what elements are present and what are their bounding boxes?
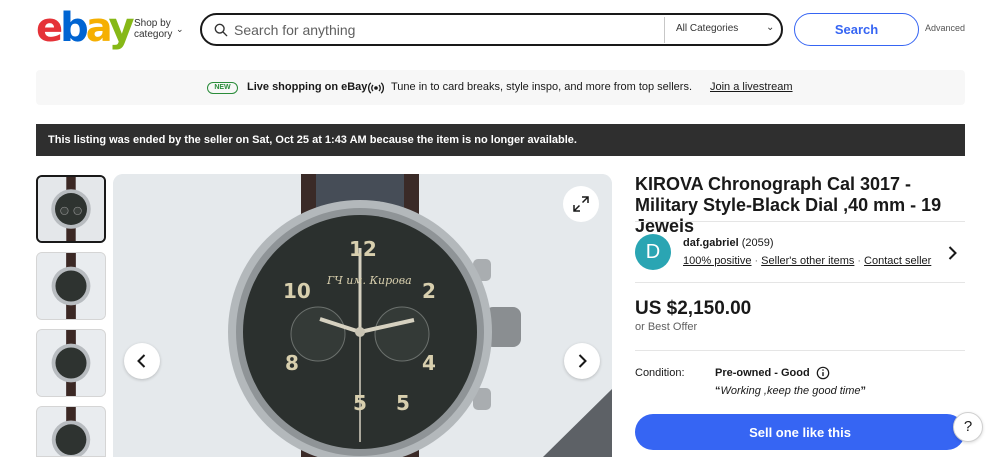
svg-text:5: 5 [353, 391, 367, 415]
seller-links: 100% positive · Seller's other items · Conta… [683, 255, 931, 267]
sellers-other-items-link[interactable]: Seller's other items [761, 255, 854, 267]
new-badge: NEW [207, 82, 238, 94]
search-icon [214, 23, 228, 37]
seller-info: daf.gabriel (2059) [683, 237, 773, 249]
watch-thumbnail [37, 407, 105, 456]
seller-name-link[interactable]: daf.gabriel [683, 237, 739, 249]
divider [635, 221, 965, 222]
next-image-button[interactable] [564, 343, 600, 379]
divider [664, 17, 665, 43]
chevron-down-icon: ⌄ [176, 24, 184, 34]
search-input[interactable] [234, 19, 654, 41]
main-product-image[interactable]: 12 10 2 8 4 5 5 ГЧ им. Кирова [113, 174, 612, 457]
seller-feedback-count: (2059) [741, 237, 774, 249]
thumbnail-image[interactable] [36, 175, 106, 243]
quote-close: ” [860, 385, 867, 397]
svg-text:4: 4 [422, 351, 436, 375]
help-button[interactable]: ? [953, 412, 983, 442]
logo-letter: y [108, 5, 135, 51]
shop-by-category-button[interactable]: Shop by category ⌄ [134, 18, 184, 40]
watch-photo: 12 10 2 8 4 5 5 ГЧ им. Кирова [113, 174, 612, 457]
logo-letter: b [60, 5, 89, 51]
chevron-down-icon: ⌄ [766, 22, 775, 33]
chevron-right-icon [578, 354, 587, 368]
contact-seller-link[interactable]: Contact seller [864, 255, 931, 267]
thumbnail-image[interactable] [36, 329, 106, 397]
chevron-left-icon [137, 354, 146, 368]
divider [635, 350, 965, 351]
avatar[interactable]: D [635, 234, 671, 270]
listing-ended-notice: This listing was ended by the seller on … [36, 124, 965, 156]
condition-description: “Working ,keep the good time” [715, 385, 866, 397]
expand-image-button[interactable] [563, 186, 599, 222]
ebay-logo[interactable]: ebay [36, 8, 135, 48]
separator-dot: · [754, 255, 759, 267]
search-button[interactable]: Search [794, 13, 919, 46]
live-banner-description: Tune in to card breaks, style inspo, and… [391, 81, 693, 93]
broadcast-icon [368, 82, 384, 94]
thumbnail-image[interactable] [36, 252, 106, 320]
logo-letter: a [85, 5, 112, 51]
sell-one-like-this-button[interactable]: Sell one like this [635, 414, 965, 450]
best-offer-text: or Best Offer [635, 321, 698, 333]
item-price: US $2,150.00 [635, 298, 752, 319]
svg-text:12: 12 [349, 237, 377, 261]
svg-text:2: 2 [422, 279, 436, 303]
listing-title: KIROVA Chronograph Cal 3017 - Military S… [635, 174, 942, 236]
watch-thumbnail [38, 177, 104, 241]
watch-thumbnail [37, 253, 105, 319]
join-livestream-link[interactable]: Join a livestream [710, 81, 793, 93]
divider [635, 282, 965, 283]
thumbnail-image[interactable] [36, 406, 106, 457]
live-shopping-banner: NEW Live shopping on eBay Tune in to car… [36, 70, 965, 105]
live-banner-title: Live shopping on eBay [247, 81, 368, 93]
expand-icon [573, 196, 589, 212]
advanced-search-link[interactable]: Advanced [925, 23, 965, 33]
watch-thumbnail [37, 330, 105, 396]
svg-text:8: 8 [285, 351, 299, 375]
logo-letter: e [36, 5, 63, 51]
chevron-right-icon[interactable] [944, 245, 960, 261]
previous-image-button[interactable] [124, 343, 160, 379]
info-icon[interactable] [816, 366, 830, 380]
separator-dot: · [857, 255, 862, 267]
search-bar: All Categories ⌄ [200, 13, 783, 46]
condition-value: Pre-owned - Good [715, 367, 810, 379]
positive-feedback-link[interactable]: 100% positive [683, 255, 752, 267]
svg-text:5: 5 [396, 391, 410, 415]
condition-label: Condition: [635, 367, 685, 379]
svg-text:ГЧ им. Кирова: ГЧ им. Кирова [326, 274, 412, 287]
svg-text:10: 10 [283, 279, 311, 303]
category-select[interactable]: All Categories [676, 23, 776, 34]
condition-note-text: Working ,keep the good time [720, 385, 861, 397]
